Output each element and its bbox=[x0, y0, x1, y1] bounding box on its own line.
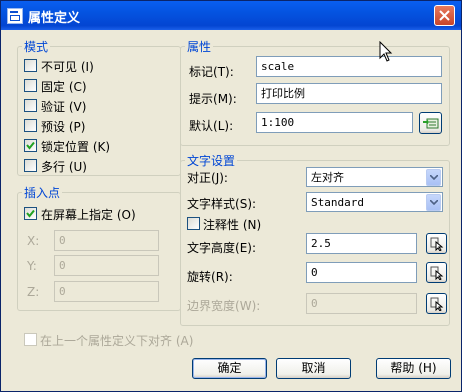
preset-label[interactable]: 预设 (P) bbox=[41, 118, 85, 135]
invisible-checkbox[interactable] bbox=[24, 59, 37, 72]
close-button[interactable] bbox=[434, 5, 455, 26]
prompt-input[interactable]: 打印比例 bbox=[256, 83, 442, 104]
title-bar[interactable]: 属性定义 bbox=[1, 1, 461, 30]
insert-field-icon bbox=[423, 118, 439, 129]
z-coordinate-input[interactable]: 0 bbox=[54, 281, 159, 302]
boundary-width-pick-button[interactable] bbox=[426, 293, 447, 314]
pick-point-icon bbox=[430, 266, 444, 280]
lock-position-checkbox[interactable] bbox=[24, 139, 37, 152]
invisible-label[interactable]: 不可见 (I) bbox=[41, 58, 94, 75]
boundary-width-label: 边界宽度(W): bbox=[187, 299, 261, 313]
align-below-checkbox[interactable] bbox=[24, 333, 37, 346]
annotative-checkbox[interactable] bbox=[187, 217, 200, 230]
specify-on-screen-label[interactable]: 在屏幕上指定 (O) bbox=[41, 206, 136, 223]
text-settings-group-label: 文字设置 bbox=[185, 152, 238, 169]
text-style-dropdown-button[interactable] bbox=[426, 194, 441, 211]
annotative-label[interactable]: 注释性 (N) bbox=[203, 216, 261, 233]
multiline-checkbox[interactable] bbox=[24, 159, 37, 172]
specify-on-screen-checkbox[interactable] bbox=[24, 207, 37, 220]
text-style-label: 文字样式(S): bbox=[187, 197, 257, 211]
window-title: 属性定义 bbox=[28, 11, 81, 26]
pick-point-icon bbox=[430, 297, 444, 311]
attribute-definition-dialog: 属性定义 模式 不可见 (I) 固定 (C) 验证 (V) 预设 (P) 锁定位… bbox=[0, 0, 462, 392]
default-input[interactable]: 1:100 bbox=[256, 112, 413, 133]
constant-checkbox[interactable] bbox=[24, 79, 37, 92]
constant-label[interactable]: 固定 (C) bbox=[41, 78, 87, 95]
justify-select[interactable]: 左对齐 bbox=[306, 167, 443, 187]
text-style-select[interactable]: Standard bbox=[306, 192, 443, 212]
cancel-button[interactable]: 取消 bbox=[276, 358, 351, 379]
y-label: Y: bbox=[27, 259, 37, 273]
rotation-label: 旋转(R): bbox=[187, 270, 233, 284]
chevron-down-icon bbox=[430, 175, 438, 180]
checkmark-icon bbox=[26, 209, 35, 218]
verify-label[interactable]: 验证 (V) bbox=[41, 98, 86, 115]
preset-checkbox[interactable] bbox=[24, 119, 37, 132]
close-icon bbox=[439, 10, 450, 21]
multiline-label[interactable]: 多行 (U) bbox=[41, 158, 87, 175]
help-button[interactable]: 帮助 (H) bbox=[376, 358, 451, 379]
lock-position-label[interactable]: 锁定位置 (K) bbox=[41, 138, 110, 155]
verify-checkbox[interactable] bbox=[24, 99, 37, 112]
insert-field-button[interactable] bbox=[419, 112, 442, 134]
justify-value: 左对齐 bbox=[311, 171, 344, 184]
x-label: X: bbox=[27, 234, 40, 248]
prompt-label: 提示(M): bbox=[189, 92, 237, 106]
text-style-value: Standard bbox=[311, 196, 364, 209]
text-height-pick-button[interactable] bbox=[426, 233, 447, 254]
z-label: Z: bbox=[27, 285, 40, 299]
dialog-icon bbox=[7, 8, 23, 24]
text-height-label: 文字高度(E): bbox=[187, 241, 257, 255]
default-label: 默认(L): bbox=[189, 119, 234, 133]
mode-group-label: 模式 bbox=[22, 38, 51, 55]
justify-label: 对正(J): bbox=[187, 171, 228, 185]
boundary-width-input[interactable]: 0 bbox=[306, 293, 417, 314]
x-coordinate-input[interactable]: 0 bbox=[54, 230, 159, 251]
insertion-point-group-label: 插入点 bbox=[22, 184, 63, 201]
rotation-pick-button[interactable] bbox=[426, 262, 447, 283]
chevron-down-icon bbox=[430, 200, 438, 205]
y-coordinate-input[interactable]: 0 bbox=[54, 255, 159, 276]
tag-input[interactable]: scale bbox=[256, 56, 442, 77]
ok-button[interactable]: 确定 bbox=[192, 358, 267, 379]
mouse-cursor-icon bbox=[379, 41, 393, 62]
pick-point-icon bbox=[430, 237, 444, 251]
justify-dropdown-button[interactable] bbox=[426, 169, 441, 186]
align-below-label[interactable]: 在上一个属性定义下对齐 (A) bbox=[40, 332, 193, 349]
rotation-input[interactable]: 0 bbox=[306, 262, 417, 283]
attribute-group-label: 属性 bbox=[185, 38, 214, 55]
tag-label: 标记(T): bbox=[189, 65, 234, 79]
text-height-input[interactable]: 2.5 bbox=[306, 233, 417, 254]
checkmark-icon bbox=[26, 141, 35, 150]
